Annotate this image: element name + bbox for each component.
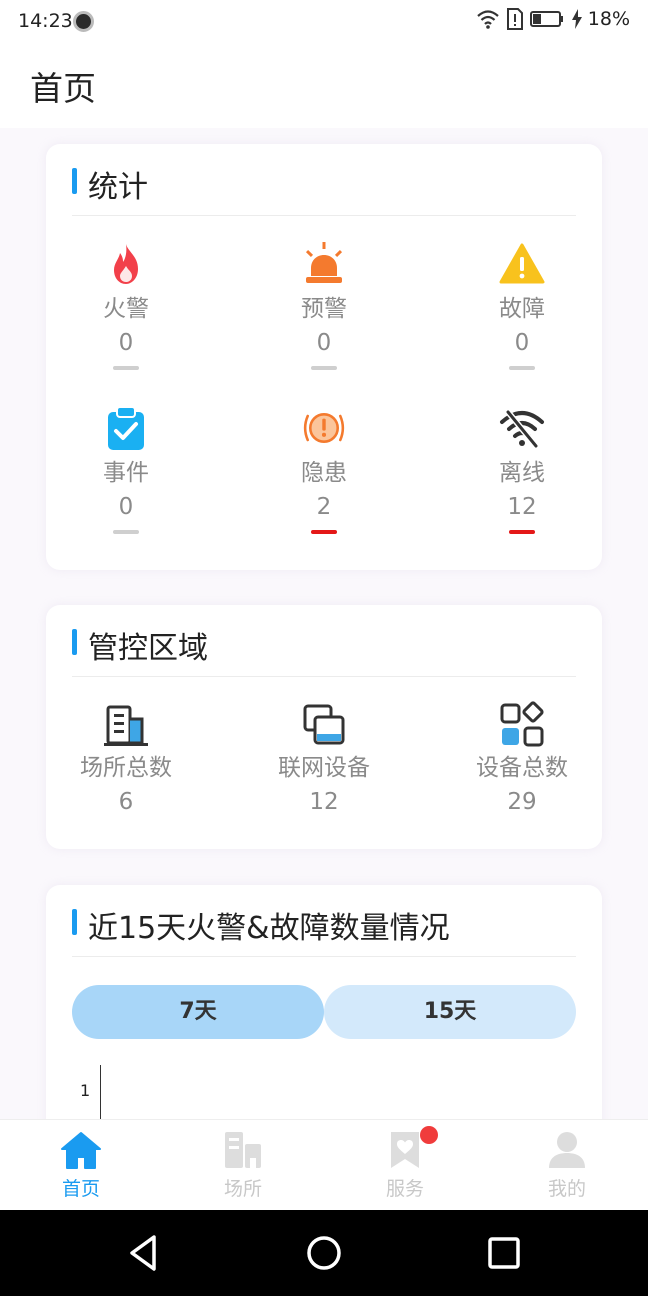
stat-value: 0 — [514, 330, 530, 356]
section-accent-bar — [72, 168, 77, 194]
stat-label: 隐患 — [301, 460, 347, 486]
recents-square-icon[interactable] — [482, 1231, 526, 1275]
status-time: 14:23 — [18, 10, 73, 32]
area-networked-devices[interactable]: 联网设备 12 — [254, 701, 394, 817]
tab-7-days[interactable]: 7天 — [72, 985, 324, 1039]
area-card-header: 管控区域 — [72, 623, 576, 677]
trend-card-header: 近15天火警&故障数量情况 — [72, 903, 576, 957]
devices-icon — [303, 704, 345, 745]
warning-triangle-icon — [499, 243, 545, 284]
nav-item-mine[interactable]: 我的 — [486, 1120, 648, 1211]
nav-item-sites[interactable]: 场所 — [162, 1120, 324, 1211]
area-devices-total[interactable]: 设备总数 29 — [452, 701, 592, 817]
area-card-title: 管控区域 — [88, 631, 208, 666]
section-accent-bar — [72, 629, 77, 655]
stat-indicator-alert — [311, 530, 337, 534]
stat-label: 故障 — [499, 296, 545, 322]
area-sites-total[interactable]: 场所总数 6 — [56, 701, 196, 817]
alarm-siren-icon — [305, 242, 343, 283]
hazard-exclamation-icon — [303, 413, 345, 443]
stat-value: 0 — [118, 494, 134, 520]
trend-card-title: 近15天火警&故障数量情况 — [88, 911, 450, 946]
area-card: 管控区域 场所总数 6 联网设备 12 设备总数 29 — [46, 605, 602, 849]
user-icon — [549, 1132, 585, 1168]
area-value: 6 — [118, 789, 134, 815]
area-label: 设备总数 — [476, 755, 568, 781]
notification-badge — [420, 1126, 438, 1144]
sim-alert-icon — [506, 8, 523, 30]
back-icon[interactable] — [122, 1231, 166, 1275]
stat-value: 0 — [316, 330, 332, 356]
wifi-icon — [477, 10, 499, 29]
nav-label: 我的 — [547, 1178, 586, 1200]
stat-label: 事件 — [103, 460, 149, 486]
stat-indicator — [509, 366, 535, 370]
stat-label: 火警 — [103, 296, 149, 322]
stats-card-title: 统计 — [88, 170, 148, 205]
nav-item-home[interactable]: 首页 — [0, 1120, 162, 1211]
area-label: 联网设备 — [278, 755, 370, 781]
stat-value: 2 — [316, 494, 332, 520]
apps-grid-icon — [500, 701, 544, 747]
stat-value: 12 — [507, 494, 537, 520]
stat-fire-alarm[interactable]: 火警 0 — [56, 240, 196, 370]
stats-card: 统计 火警 0 预警 0 故障 0 事件 0 隐患 2 离线 12 — [46, 144, 602, 570]
building-icon — [225, 1132, 261, 1168]
status-bar: 14:23 18% — [0, 0, 648, 44]
nav-item-service[interactable]: 服务 — [324, 1120, 486, 1211]
stat-value: 0 — [118, 330, 134, 356]
area-value: 29 — [507, 789, 537, 815]
stat-indicator — [311, 366, 337, 370]
stat-offline[interactable]: 离线 12 — [452, 404, 592, 534]
battery-percentage: 18% — [587, 8, 630, 30]
stat-hazard[interactable]: 隐患 2 — [254, 404, 394, 534]
nav-label: 服务 — [385, 1178, 424, 1200]
wifi-off-icon — [500, 409, 544, 449]
stat-indicator — [113, 366, 139, 370]
battery-icon — [529, 11, 563, 27]
range-tabs: 7天 15天 — [72, 985, 576, 1039]
stat-indicator-alert — [509, 530, 535, 534]
recording-indicator-icon — [73, 11, 94, 32]
home-circle-icon[interactable] — [302, 1231, 346, 1275]
stat-event[interactable]: 事件 0 — [56, 404, 196, 534]
nav-label: 首页 — [61, 1178, 100, 1200]
section-accent-bar — [72, 909, 77, 935]
nav-label: 场所 — [223, 1178, 262, 1200]
stat-label: 预警 — [301, 296, 347, 322]
fire-icon — [114, 244, 138, 284]
stat-indicator — [113, 530, 139, 534]
stat-label: 离线 — [499, 460, 545, 486]
bottom-nav: 首页 场所 服务 我的 — [0, 1119, 648, 1210]
page-title: 首页 — [30, 69, 96, 108]
stat-fault[interactable]: 故障 0 — [452, 240, 592, 370]
building-icon — [104, 705, 148, 746]
status-icons: 18% — [476, 8, 630, 30]
stats-card-header: 统计 — [72, 162, 576, 216]
clipboard-check-icon — [108, 406, 144, 450]
chart-y-tick-label: 1 — [80, 1081, 91, 1100]
stat-early-warning[interactable]: 预警 0 — [254, 240, 394, 370]
system-nav-bar — [0, 1210, 648, 1296]
tab-15-days[interactable]: 15天 — [324, 985, 576, 1039]
charging-bolt-icon — [571, 9, 582, 29]
home-icon — [61, 1132, 101, 1169]
area-value: 12 — [309, 789, 339, 815]
page-header: 首页 — [0, 44, 648, 128]
area-label: 场所总数 — [80, 755, 172, 781]
chart-y-axis — [100, 1065, 101, 1125]
screen: 14:23 18% 首页 统计 火警 0 预警 0 故障 0 事件 0 隐患 2… — [0, 0, 648, 1296]
